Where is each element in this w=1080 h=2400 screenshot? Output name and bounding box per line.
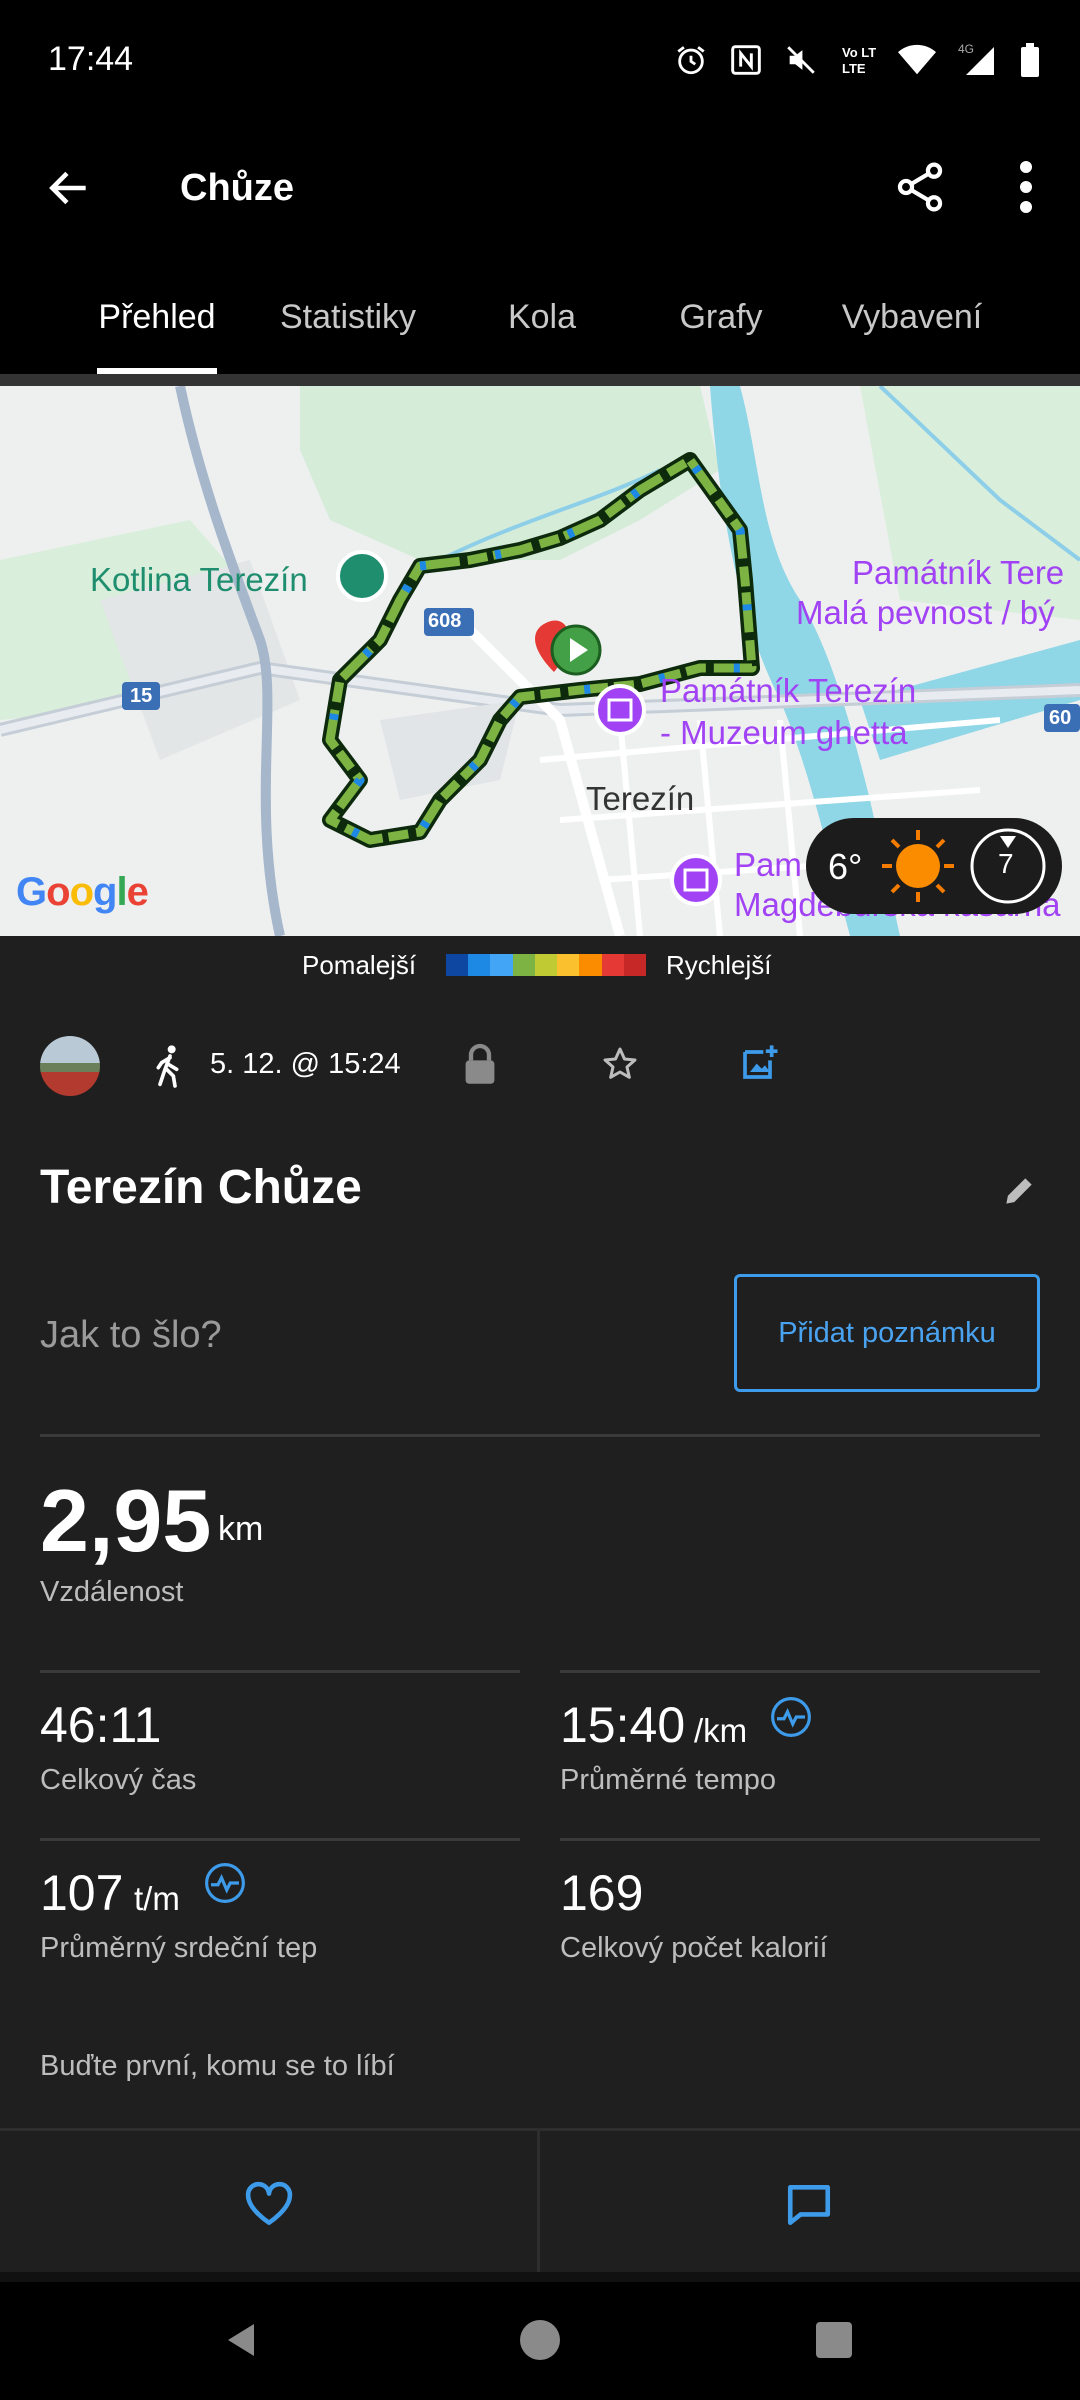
nav-home-icon[interactable] xyxy=(520,2320,560,2360)
wifi-icon xyxy=(898,44,936,75)
nav-gap xyxy=(0,2272,1080,2282)
share-icon[interactable] xyxy=(892,159,948,215)
route-15-shield: 15 xyxy=(130,685,153,707)
tab-vybaveni[interactable]: Vybavení xyxy=(842,298,983,337)
page-title: Chůze xyxy=(180,167,294,209)
avg-pace-unit: /km xyxy=(694,1712,748,1749)
map-label-pamatnik-mala-2: Malá pevnost / bý xyxy=(796,594,1055,631)
avg-pace-label: Průměrné tempo xyxy=(560,1764,776,1796)
legend-swatch xyxy=(490,954,513,976)
sun-icon xyxy=(882,830,954,902)
divider xyxy=(560,1670,1040,1673)
nav-recents-icon[interactable] xyxy=(816,2322,852,2358)
more-vert-icon[interactable] xyxy=(1006,159,1046,215)
legend-swatch xyxy=(446,954,469,976)
map-label-magdeburska-1: Pam xyxy=(734,846,802,883)
activity-summary: 5. 12. @ 15:24 Terezín Chůze Jak to šlo?… xyxy=(0,996,1080,2128)
status-bar: 17:44 Vo LTELTE 4G xyxy=(0,0,1080,125)
add-photo-icon[interactable] xyxy=(740,1042,780,1082)
activity-title: Terezín Chůze xyxy=(40,1161,362,1214)
calories-value: 169 xyxy=(560,1865,644,1921)
mute-icon xyxy=(787,46,815,74)
svg-text:LTE: LTE xyxy=(842,61,866,76)
signal-icon: 4G xyxy=(958,43,994,75)
nfc-icon xyxy=(731,45,761,75)
distance-value: 2,95 xyxy=(40,1471,212,1570)
tab-bar: Přehled Statistiky Kola Grafy Vybavení xyxy=(0,250,1080,380)
calories-label: Celkový počet kalorií xyxy=(560,1932,828,1964)
avg-hr-unit: t/m xyxy=(134,1880,180,1917)
add-note-button[interactable]: Přidat poznámku xyxy=(734,1274,1040,1392)
weather-badge: 6° 7 xyxy=(806,818,1062,914)
map-label-kotlina: Kotlina Terezín xyxy=(90,561,308,598)
svg-text:4G: 4G xyxy=(958,43,974,56)
distance-unit: km xyxy=(218,1510,264,1548)
lock-icon[interactable] xyxy=(462,1042,498,1086)
tab-statistiky[interactable]: Statistiky xyxy=(280,298,416,337)
tab-grafy[interactable]: Grafy xyxy=(679,298,762,337)
legend-faster: Rychlejší xyxy=(666,950,772,980)
star-icon[interactable] xyxy=(600,1044,640,1084)
edit-icon[interactable] xyxy=(1000,1172,1038,1210)
route-60-shield: 60 xyxy=(1049,707,1072,729)
total-time-label: Celkový čas xyxy=(40,1764,197,1796)
map-label-muzeum-2: - Muzeum ghetta xyxy=(660,714,908,751)
legend-swatch xyxy=(534,954,558,976)
status-time: 17:44 xyxy=(48,40,134,78)
divider xyxy=(40,1670,520,1673)
legend-swatch xyxy=(557,954,580,976)
map-label-muzeum-1: Památník Terezín xyxy=(660,672,917,709)
weather-temperature: 6° xyxy=(828,846,863,887)
legend-swatch xyxy=(468,954,491,976)
activity-date: 5. 12. @ 15:24 xyxy=(210,1048,401,1080)
heart-rate-icon[interactable] xyxy=(204,1862,246,1904)
like-button[interactable] xyxy=(0,2131,540,2275)
legend-swatch xyxy=(512,954,535,976)
system-nav-bar xyxy=(0,2282,1080,2400)
heart-rate-icon[interactable] xyxy=(770,1696,812,1738)
legend-swatch xyxy=(601,954,624,976)
battery-icon xyxy=(1021,43,1039,77)
map-label-town: Terezín xyxy=(586,780,695,817)
pace-legend: Pomalejší Rychlejší xyxy=(0,936,1080,996)
alarm-icon xyxy=(677,46,705,75)
status-icons: Vo LTELTE 4G xyxy=(674,40,1040,80)
comment-icon xyxy=(787,2185,831,2226)
svg-text:Vo LTE: Vo LTE xyxy=(842,45,876,60)
tab-prehled[interactable]: Přehled xyxy=(98,298,215,337)
tabs-divider xyxy=(0,374,1080,386)
social-actions xyxy=(0,2128,1080,2275)
tab-kola[interactable]: Kola xyxy=(508,298,576,337)
nav-back-icon[interactable] xyxy=(222,2320,262,2360)
legend-swatch xyxy=(623,954,646,976)
avg-hr-label: Průměrný srdeční tep xyxy=(40,1932,318,1964)
avg-hr-value: 107 xyxy=(40,1865,124,1921)
walk-icon xyxy=(156,1045,179,1088)
heart-icon xyxy=(245,2181,293,2226)
wind-speed: 7 xyxy=(998,848,1014,879)
route-608-shield: 608 xyxy=(428,610,462,632)
volte-icon: Vo LTELTE xyxy=(842,45,876,76)
like-prompt: Buďte první, komu se to líbí xyxy=(40,2050,395,2082)
legend-swatch xyxy=(579,954,602,976)
note-prompt: Jak to šlo? xyxy=(40,1314,222,1356)
divider xyxy=(40,1434,1040,1437)
divider xyxy=(40,1838,520,1841)
legend-color-bar xyxy=(446,954,646,976)
avg-pace-value: 15:40 xyxy=(560,1697,686,1753)
google-logo: Google xyxy=(16,870,149,914)
app-bar: Chůze xyxy=(0,125,1080,250)
divider xyxy=(560,1838,1040,1841)
avatar[interactable] xyxy=(40,1036,100,1096)
legend-slower: Pomalejší xyxy=(302,950,417,980)
distance-label: Vzdálenost xyxy=(40,1576,184,1608)
comment-button[interactable] xyxy=(540,2131,1080,2275)
map-label-pamatnik-mala-1: Památník Tere xyxy=(852,554,1065,591)
back-arrow-icon[interactable] xyxy=(44,163,94,213)
total-time-value: 46:11 xyxy=(40,1697,162,1753)
